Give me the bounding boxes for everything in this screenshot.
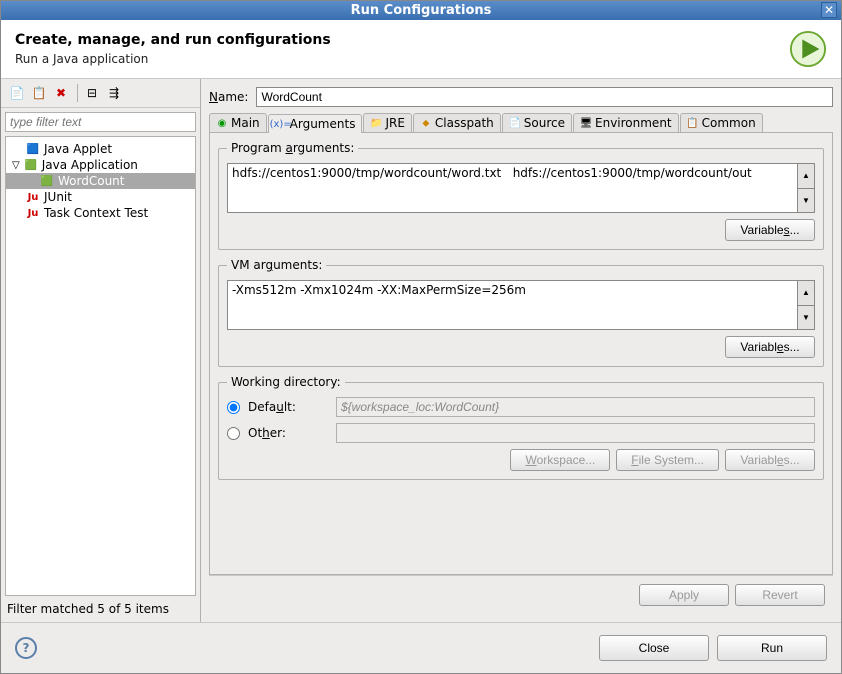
run-config-dialog: Run Configurations ✕ Create, manage, and… [0, 0, 842, 674]
filter-input[interactable] [5, 112, 196, 132]
tree-label: Task Context Test [44, 206, 148, 220]
header-subtitle: Run a Java application [15, 52, 789, 66]
main-tab-icon: ◉ [216, 117, 228, 129]
help-icon[interactable]: ? [15, 637, 37, 659]
tab-classpath[interactable]: ⬥Classpath [413, 113, 501, 132]
separator [77, 84, 78, 102]
name-input[interactable] [256, 87, 833, 107]
close-button[interactable]: Close [599, 635, 709, 661]
revert-button[interactable]: Revert [735, 584, 825, 606]
filter-status: Filter matched 5 of 5 items [1, 596, 200, 622]
other-label: Other: [248, 426, 328, 440]
working-dir-label: Working directory: [227, 375, 345, 389]
spin-up-icon[interactable]: ▲ [798, 281, 814, 305]
spin-down-icon[interactable]: ▼ [798, 188, 814, 213]
default-radio[interactable] [227, 401, 240, 414]
tree-item-java-application[interactable]: ▽ 🟩 Java Application [6, 157, 195, 173]
tab-main[interactable]: ◉Main [209, 113, 267, 132]
junit-icon: Ju [26, 190, 40, 204]
tab-jre[interactable]: 📁JRE [363, 113, 411, 132]
jre-tab-icon: 📁 [370, 117, 382, 129]
run-button[interactable]: Run [717, 635, 827, 661]
program-args-input[interactable]: hdfs://centos1:9000/tmp/wordcount/word.t… [227, 163, 797, 213]
java-app-icon: 🟩 [40, 174, 54, 188]
collapse-icon[interactable]: ⊟ [82, 83, 102, 103]
tree-label: WordCount [58, 174, 124, 188]
duplicate-icon[interactable]: 📋 [29, 83, 49, 103]
env-tab-icon: 🖥 [580, 117, 592, 129]
chevron-down-icon[interactable]: ▽ [12, 160, 20, 171]
workspace-button[interactable]: Workspace... [510, 449, 610, 471]
tree-item-task-context[interactable]: Ju Task Context Test [6, 205, 195, 221]
tab-source[interactable]: 📄Source [502, 113, 572, 132]
tab-arguments[interactable]: (x)=Arguments [268, 114, 363, 133]
action-bar: Apply Revert [209, 575, 833, 614]
task-icon: Ju [26, 206, 40, 220]
tab-common[interactable]: 📋Common [680, 113, 763, 132]
spin-down-icon[interactable]: ▼ [798, 305, 814, 330]
main-area: 📄 📋 ✖ ⊟ ⇶ 🟦 Java Applet ▽ 🟩 Java Applica… [1, 79, 841, 622]
tree-item-wordcount[interactable]: 🟩 WordCount [6, 173, 195, 189]
vm-args-group: VM arguments: -Xms512m -Xmx1024m -XX:Max… [218, 258, 824, 367]
window-title: Run Configurations [351, 3, 492, 18]
sidebar: 📄 📋 ✖ ⊟ ⇶ 🟦 Java Applet ▽ 🟩 Java Applica… [1, 79, 201, 622]
program-args-group: Program arguments: hdfs://centos1:9000/t… [218, 141, 824, 250]
tab-environment[interactable]: 🖥Environment [573, 113, 679, 132]
vm-variables-button[interactable]: Variables... [725, 336, 815, 358]
wd-variables-button[interactable]: Variables... [725, 449, 815, 471]
tab-bar: ◉Main (x)=Arguments 📁JRE ⬥Classpath 📄Sou… [209, 113, 833, 133]
filter-icon[interactable]: ⇶ [104, 83, 124, 103]
working-dir-group: Working directory: Default: Other: Works… [218, 375, 824, 480]
spin-up-icon[interactable]: ▲ [798, 164, 814, 188]
applet-icon: 🟦 [26, 142, 40, 156]
tree-item-java-applet[interactable]: 🟦 Java Applet [6, 141, 195, 157]
delete-icon[interactable]: ✖ [51, 83, 71, 103]
sidebar-toolbar: 📄 📋 ✖ ⊟ ⇶ [1, 79, 200, 108]
spinner: ▲ ▼ [797, 163, 815, 213]
tree-label: Java Applet [44, 142, 112, 156]
tree-label: Java Application [42, 158, 138, 172]
content-panel: Name: ◉Main (x)=Arguments 📁JRE ⬥Classpat… [201, 79, 841, 622]
filter-box [5, 112, 196, 132]
vm-args-label: VM arguments: [227, 258, 326, 272]
java-app-icon: 🟩 [24, 158, 38, 172]
close-icon[interactable]: ✕ [821, 2, 837, 18]
vm-args-input[interactable]: -Xms512m -Xmx1024m -XX:MaxPermSize=256m [227, 280, 797, 330]
title-bar: Run Configurations ✕ [1, 1, 841, 20]
new-config-icon[interactable]: 📄 [7, 83, 27, 103]
config-tree: 🟦 Java Applet ▽ 🟩 Java Application 🟩 Wor… [5, 136, 196, 596]
program-variables-button[interactable]: Variables... [725, 219, 815, 241]
source-tab-icon: 📄 [509, 117, 521, 129]
name-label: Name: [209, 90, 248, 104]
common-tab-icon: 📋 [687, 117, 699, 129]
apply-button[interactable]: Apply [639, 584, 729, 606]
tree-label: JUnit [44, 190, 72, 204]
filesystem-button[interactable]: File System... [616, 449, 719, 471]
classpath-tab-icon: ⬥ [420, 117, 432, 129]
other-dir-input[interactable] [336, 423, 815, 443]
tree-item-junit[interactable]: Ju JUnit [6, 189, 195, 205]
default-dir-input [336, 397, 815, 417]
default-label: Default: [248, 400, 328, 414]
tab-content: Program arguments: hdfs://centos1:9000/t… [209, 133, 833, 575]
header-title: Create, manage, and run configurations [15, 32, 789, 48]
spinner: ▲ ▼ [797, 280, 815, 330]
program-args-label: Program arguments: [227, 141, 358, 155]
run-icon [789, 30, 827, 68]
footer: ? Close Run [1, 622, 841, 673]
args-tab-icon: (x)= [275, 118, 287, 130]
header: Create, manage, and run configurations R… [1, 20, 841, 79]
other-radio[interactable] [227, 427, 240, 440]
